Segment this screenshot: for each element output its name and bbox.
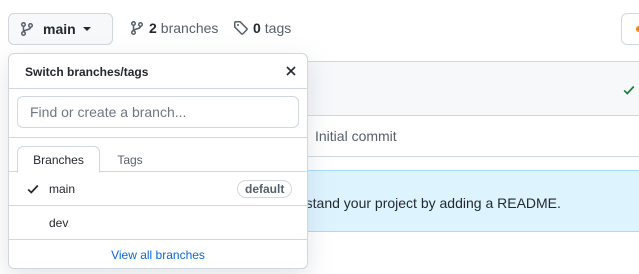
branch-item-main[interactable]: main default: [9, 172, 307, 206]
readme-banner-text: rstand your project by adding a README.: [301, 195, 561, 211]
default-badge: default: [237, 180, 293, 198]
view-all-branches-link[interactable]: View all branches: [111, 248, 205, 262]
tags-label: tags: [264, 20, 292, 36]
branches-label: branches: [160, 20, 219, 36]
git-branch-icon: [19, 21, 35, 37]
close-icon[interactable]: [284, 64, 298, 78]
repo-page: main 2 branches 0 tags Initial commit rs…: [0, 0, 639, 274]
commit-message[interactable]: Initial commit: [315, 128, 397, 144]
dropdown-tabs: Branches Tags: [9, 137, 307, 173]
latest-commit-header: [281, 62, 639, 116]
branches-count-link[interactable]: 2 branches: [129, 20, 218, 36]
dropdown-title: Switch branches/tags: [25, 65, 149, 79]
dropdown-header: Switch branches/tags: [9, 54, 307, 88]
readme-banner: rstand your project by adding a README.: [280, 170, 639, 232]
branch-switcher-dropdown: Switch branches/tags Branches Tags main …: [8, 53, 308, 269]
tab-tags[interactable]: Tags: [105, 146, 155, 173]
check-icon: [622, 83, 636, 97]
tags-count: 0: [253, 20, 261, 36]
branch-selector-button[interactable]: main: [8, 13, 113, 45]
git-branch-icon: [129, 20, 145, 36]
caret-down-icon: [82, 27, 91, 31]
branch-selector-label: main: [43, 21, 76, 37]
code-button[interactable]: [621, 13, 639, 45]
branch-name: main: [49, 182, 76, 196]
tab-branches[interactable]: Branches: [17, 146, 100, 173]
branch-item-dev[interactable]: dev: [9, 206, 307, 240]
file-list-box: Initial commit: [280, 61, 639, 157]
tags-count-link[interactable]: 0 tags: [233, 20, 291, 36]
branches-count: 2: [149, 20, 157, 36]
branch-search-area: [9, 88, 307, 137]
branch-name: dev: [49, 216, 69, 230]
dropdown-footer: View all branches: [9, 240, 307, 268]
tag-icon: [233, 20, 249, 36]
check-icon: [26, 182, 40, 196]
branch-search-input[interactable]: [17, 96, 299, 128]
